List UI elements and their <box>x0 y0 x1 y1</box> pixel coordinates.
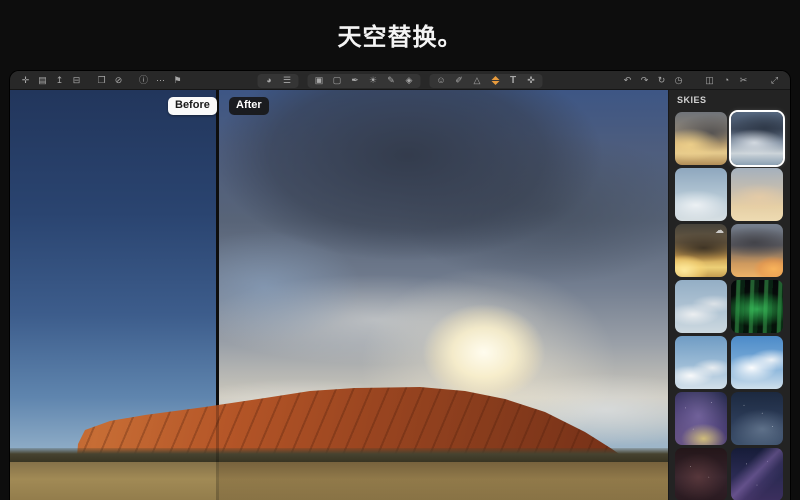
before-image[interactable] <box>10 90 216 500</box>
meta-tools: ⓘ ⋯ ⚑ <box>138 74 183 86</box>
sky-thumb-starfield[interactable] <box>731 392 783 445</box>
transform-icon[interactable]: ✜ <box>526 75 537 87</box>
draw-icon[interactable]: ✎ <box>386 75 397 87</box>
color-tool-group: ◕ ☰ <box>258 74 299 88</box>
sky-thumb-golden-sunset[interactable]: ☁ <box>675 224 727 277</box>
page-title: 天空替换。 <box>0 17 800 52</box>
sky-thumb-warm-haze[interactable] <box>731 168 783 221</box>
expand-icon[interactable]: ⤢ <box>769 74 780 86</box>
info-icon[interactable]: ⓘ <box>138 74 149 86</box>
skies-panel-title: SKIES <box>677 95 707 105</box>
canvas-icon[interactable]: ▢ <box>332 75 343 87</box>
right-tools: ↶ ↷ ↻ ◷ ◫ ◔ ✂ ⤢ <box>622 74 780 86</box>
sky-thumb-golden-dusk[interactable] <box>675 112 727 165</box>
editor-canvas[interactable]: Before After <box>10 90 668 500</box>
sky-thumb-bright-cumulus[interactable] <box>731 336 783 389</box>
center-tools: ◕ ☰ ▣ ▢ ✒ ☀ ✎ ◈ ☺ ✐ △ T ✜ <box>258 71 543 90</box>
trim-icon[interactable]: ⊟ <box>71 74 82 86</box>
before-badge: Before <box>168 97 217 115</box>
preview-icon[interactable]: ◔ <box>721 74 732 86</box>
type-icon[interactable]: T <box>508 75 519 87</box>
more-icon[interactable]: ⋯ <box>155 74 166 86</box>
cloud-download-icon: ☁ <box>715 226 724 235</box>
toolbar: ✛ ▤ ↥ ⊟ ❐ ⊘ ⓘ ⋯ ⚑ ◕ ☰ ▣ ▢ ✒ ☀ ✎ ◈ <box>10 71 790 90</box>
history-icon[interactable]: ◷ <box>673 74 684 86</box>
file-tools: ✛ ▤ ↥ ⊟ <box>20 74 82 86</box>
sky-thumb-aurora[interactable] <box>731 280 783 333</box>
solid-icon[interactable]: ◈ <box>404 75 415 87</box>
sky-thumb-cumulus-day[interactable] <box>675 336 727 389</box>
sky-thumb-milky-way[interactable] <box>675 392 727 445</box>
duplicate-icon[interactable]: ❐ <box>96 74 107 86</box>
export-icon[interactable]: ↥ <box>54 74 65 86</box>
redo-icon[interactable]: ↷ <box>639 74 650 86</box>
app-window: ✛ ▤ ↥ ⊟ ❐ ⊘ ⓘ ⋯ ⚑ ◕ ☰ ▣ ▢ ✒ ☀ ✎ ◈ <box>10 71 790 500</box>
warp-icon[interactable]: △ <box>472 75 483 87</box>
sky-thumb-soft-blue[interactable] <box>675 280 727 333</box>
color-wheel-icon[interactable]: ◕ <box>264 75 275 87</box>
retouch-icon[interactable]: ✐ <box>454 75 465 87</box>
sky-thumb-storm-blue-selected[interactable] <box>731 112 783 165</box>
cut-icon[interactable]: ✂ <box>738 74 749 86</box>
add-icon[interactable]: ✛ <box>20 74 31 86</box>
sidebar-icon[interactable]: ◫ <box>704 74 715 86</box>
sky-thumb-galaxy-band[interactable] <box>731 448 783 500</box>
sky-thumb-orange-sunset[interactable] <box>731 224 783 277</box>
view-tools: ❐ ⊘ <box>96 74 124 86</box>
face-icon[interactable]: ☺ <box>436 75 447 87</box>
crop-icon[interactable]: ▣ <box>314 75 325 87</box>
pen-icon[interactable]: ✒ <box>350 75 361 87</box>
flag-icon[interactable]: ⚑ <box>172 74 183 86</box>
sky-thumb-pale-wisps[interactable] <box>675 168 727 221</box>
adjustments-icon[interactable]: ☰ <box>282 75 293 87</box>
slice-icon[interactable]: ⊘ <box>113 74 124 86</box>
revert-icon[interactable]: ↻ <box>656 74 667 86</box>
split-seam <box>216 90 219 500</box>
after-image[interactable] <box>219 90 668 500</box>
after-badge: After <box>229 97 269 115</box>
light-icon[interactable]: ☀ <box>368 75 379 87</box>
sky-thumb-red-night[interactable] <box>675 448 727 500</box>
skies-grid: ☁ <box>675 112 783 500</box>
undo-icon[interactable]: ↶ <box>622 74 633 86</box>
arrange-icon[interactable] <box>490 75 501 87</box>
edit-tool-group: ☺ ✐ △ T ✜ <box>430 74 543 88</box>
skies-panel: SKIES ☁ <box>668 90 790 500</box>
gallery-icon[interactable]: ▤ <box>37 74 48 86</box>
layer-tool-group: ▣ ▢ ✒ ☀ ✎ ◈ <box>308 74 421 88</box>
